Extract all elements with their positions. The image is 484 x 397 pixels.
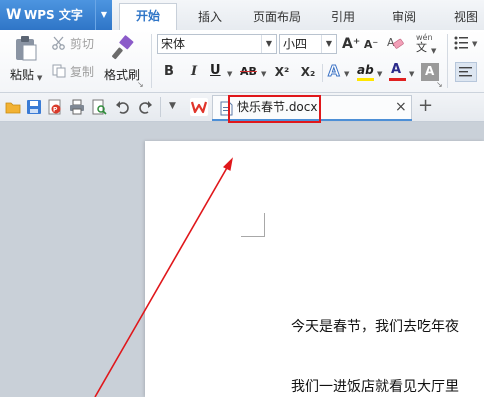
font-color-dropdown-icon[interactable]: ▼ (409, 67, 414, 81)
paste-label: 粘贴 (10, 68, 35, 82)
app-title: WPS 文字 (24, 8, 83, 22)
bullet-list-icon: ▼ (454, 36, 478, 50)
print-icon[interactable] (69, 99, 85, 115)
chevron-down-icon: ▼ (321, 35, 336, 53)
shrink-font-button[interactable]: A⁻ (362, 36, 380, 54)
underline-dropdown-icon[interactable]: ▼ (227, 67, 232, 81)
clear-format-button[interactable]: A (386, 35, 406, 53)
underline-button[interactable]: U ▼ (208, 63, 236, 81)
subscript-button[interactable]: X₂ (297, 63, 319, 81)
tab-review[interactable]: 审阅 (382, 6, 426, 30)
new-tab-button[interactable]: + (418, 96, 433, 116)
font-family-select[interactable]: 宋体 ▼ (157, 34, 277, 54)
text-effect-label: A (328, 62, 341, 80)
export-pdf-icon[interactable]: P (47, 99, 63, 115)
print-preview-icon[interactable] (91, 99, 107, 115)
ribbon-home: 粘贴 ▼ 剪切 复制 格式刷 ↘ 宋体 ▼ 小四 ▼ A⁺ A⁻ A wén 文… (0, 30, 484, 93)
bold-button[interactable]: B (160, 63, 178, 81)
tab-page-layout[interactable]: 页面布局 (244, 6, 310, 30)
char-shading-label: A (425, 64, 435, 78)
paintbrush-icon (112, 35, 134, 60)
font-color-label: A (391, 62, 402, 77)
text-effect-dropdown-icon[interactable]: ▼ (344, 67, 349, 81)
highlight-dropdown-icon[interactable]: ▼ (377, 67, 382, 81)
tab-view[interactable]: 视图 (444, 6, 484, 30)
customize-toolbar-dropdown-icon[interactable]: ▼ (169, 101, 176, 111)
ribbon-divider (322, 64, 323, 82)
clipboard-icon (16, 36, 37, 61)
font-dialog-launcher-icon[interactable]: ↘ (436, 78, 443, 92)
eraser-icon: A (387, 36, 404, 49)
font-family-value: 宋体 (161, 37, 186, 51)
paste-dropdown-icon[interactable]: ▼ (37, 71, 42, 85)
align-left-button[interactable] (455, 62, 477, 82)
bullet-list-button[interactable]: ▼ (453, 35, 484, 53)
app-menu-dropdown-icon[interactable]: ▼ (95, 0, 112, 30)
tab-references[interactable]: 引用 (321, 6, 365, 30)
superscript-button[interactable]: X² (271, 63, 293, 81)
document-page[interactable] (145, 141, 484, 397)
copy-button[interactable]: 复制 (52, 63, 100, 81)
strikethrough-dropdown-icon[interactable]: ▼ (261, 67, 266, 81)
svg-text:P: P (53, 107, 58, 114)
document-paragraph[interactable]: 今天是春节，我们去吃年夜 (291, 318, 459, 336)
page-margin-corner-mark (241, 236, 265, 237)
wps-home-icon[interactable] (190, 98, 208, 116)
strikethrough-button[interactable]: AB ▼ (238, 63, 268, 81)
format-painter-label: 格式刷 (104, 68, 141, 82)
grow-font-button[interactable]: A⁺ (342, 35, 360, 53)
save-icon[interactable] (26, 99, 42, 115)
svg-text:A: A (387, 36, 395, 49)
underline-label: U (210, 63, 221, 78)
strikethrough-label: AB (240, 65, 257, 78)
pinyin-dropdown-icon[interactable]: ▼ (431, 44, 436, 58)
italic-button[interactable]: I (185, 63, 203, 81)
wps-logo-icon: W (6, 7, 22, 23)
ribbon-divider (151, 34, 152, 88)
highlight-label: ab (357, 63, 374, 77)
app-menu-button[interactable]: W WPS 文字 ▼ (0, 0, 112, 30)
open-folder-icon[interactable] (5, 99, 21, 115)
undo-icon[interactable] (115, 99, 131, 115)
cut-label: 剪切 (70, 37, 95, 51)
scissors-icon (52, 36, 65, 50)
paste-button[interactable]: 粘贴 ▼ (6, 33, 46, 89)
copy-icon (52, 64, 66, 78)
pinyin-guide-button[interactable]: wén 文 ▼ (414, 33, 446, 55)
font-size-value: 小四 (283, 37, 308, 51)
toolbar-divider (160, 97, 161, 117)
font-color-bar (389, 78, 406, 81)
cut-button[interactable]: 剪切 (52, 35, 100, 53)
svg-text:▼: ▼ (472, 40, 478, 48)
font-size-select[interactable]: 小四 ▼ (279, 34, 337, 54)
clipboard-dialog-launcher-icon[interactable]: ↘ (137, 78, 144, 92)
font-color-button[interactable]: A ▼ (388, 63, 418, 81)
page-margin-corner-mark (264, 213, 265, 237)
annotation-highlight-box (228, 95, 321, 123)
text-effect-button[interactable]: A ▼ (327, 63, 353, 81)
chevron-down-icon: ▼ (261, 35, 276, 53)
title-bar: W WPS 文字 ▼ 开始 插入 页面布局 引用 审阅 视图 (0, 0, 484, 31)
close-tab-icon[interactable]: × (395, 99, 407, 115)
highlight-color-bar (357, 78, 374, 81)
pinyin-char: 文 (416, 41, 427, 54)
document-paragraph[interactable]: 我们一进饭店就看见大厅里 (291, 378, 459, 396)
tab-home[interactable]: 开始 (119, 3, 177, 31)
redo-icon[interactable] (137, 99, 153, 115)
ribbon-divider (447, 34, 448, 88)
copy-label: 复制 (70, 65, 95, 79)
tab-insert[interactable]: 插入 (188, 6, 232, 30)
align-left-icon (459, 67, 472, 77)
highlight-button[interactable]: ab ▼ (356, 63, 386, 81)
